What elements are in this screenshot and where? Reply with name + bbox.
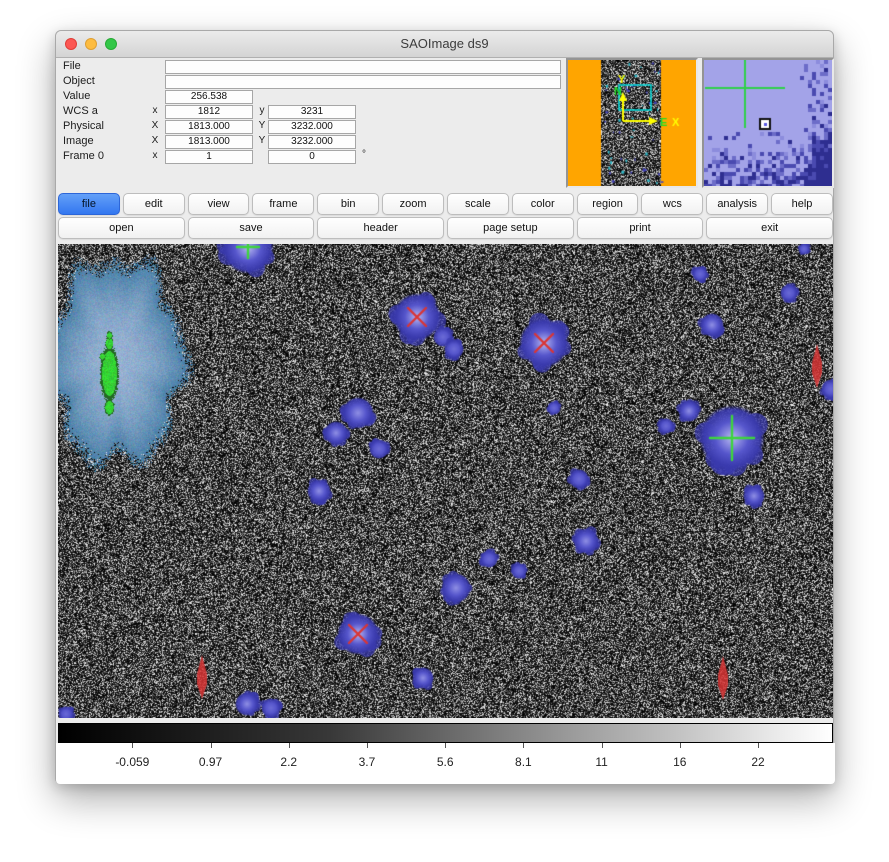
image-x-label: X (148, 135, 162, 146)
window-title: SAOImage ds9 (56, 36, 833, 51)
colorbar-tickmark (523, 743, 524, 748)
menu-button-color[interactable]: color (512, 193, 574, 215)
colorbar-tickmark (132, 743, 133, 748)
menu-button-analysis[interactable]: analysis (706, 193, 768, 215)
exit-button[interactable]: exit (706, 217, 833, 239)
menu-button-help[interactable]: help (771, 193, 833, 215)
titlebar[interactable]: SAOImage ds9 (56, 31, 833, 58)
frame-x-label: x (148, 150, 162, 161)
value-field[interactable]: 256.538 (165, 90, 253, 104)
physical-label: Physical (63, 120, 104, 132)
menu-button-region[interactable]: region (577, 193, 639, 215)
frame-rotate-field[interactable]: 0 (268, 150, 356, 164)
wcs-label: WCS a (63, 105, 98, 117)
menu-button-wcs[interactable]: wcs (641, 193, 703, 215)
info-row-physical: Physical X 1813.000 Y 3232.000 (60, 120, 565, 134)
wcs-x-field[interactable]: 1812 (165, 105, 253, 119)
panner-canvas[interactable] (568, 60, 696, 186)
menu-button-frame[interactable]: frame (252, 193, 314, 215)
file-action-bar: open save header page setup print exit (58, 217, 833, 239)
physical-x-label: X (148, 120, 162, 131)
colorbar-tickmark (211, 743, 212, 748)
colorbar[interactable] (58, 723, 833, 743)
colorbar-tick-label: -0.059 (115, 755, 149, 769)
file-label: File (63, 60, 81, 72)
page-setup-button[interactable]: page setup (447, 217, 574, 239)
image-display[interactable] (58, 244, 833, 718)
info-row-file: File (60, 60, 565, 74)
header-button[interactable]: header (317, 217, 444, 239)
ds9-window: SAOImage ds9 File Object Value 256.538 W… (55, 30, 834, 783)
physical-y-field[interactable]: 3232.000 (268, 120, 356, 134)
colorbar-tick-label: 0.97 (199, 755, 222, 769)
physical-y-label: Y (255, 120, 269, 131)
sky-canvas[interactable] (58, 244, 833, 718)
colorbar-tickmark (758, 743, 759, 748)
colorbar-scale: -0.059 0.97 2.2 3.7 5.6 8.1 11 16 22 (56, 743, 835, 784)
colorbar-tick-label: 5.6 (437, 755, 454, 769)
image-y-label: Y (255, 135, 269, 146)
colorbar-tick-label: 16 (673, 755, 686, 769)
menu-button-file[interactable]: file (58, 193, 120, 215)
colorbar-tickmark (602, 743, 603, 748)
file-field[interactable] (165, 60, 561, 74)
frame-label: Frame 0 (63, 150, 104, 162)
degree-symbol: ° (362, 149, 366, 160)
print-button[interactable]: print (577, 217, 704, 239)
colorbar-tickmark (289, 743, 290, 748)
magnifier-canvas (704, 60, 832, 186)
menu-button-view[interactable]: view (188, 193, 250, 215)
frame-zoom-field[interactable]: 1 (165, 150, 253, 164)
info-row-value: Value 256.538 (60, 90, 565, 104)
open-button[interactable]: open (58, 217, 185, 239)
colorbar-tickmark (680, 743, 681, 748)
colorbar-tick-label: 2.2 (280, 755, 297, 769)
menu-bar: file edit view frame bin zoom scale colo… (58, 193, 833, 215)
wcs-y-field[interactable]: 3231 (268, 105, 356, 119)
physical-x-field[interactable]: 1813.000 (165, 120, 253, 134)
menu-button-scale[interactable]: scale (447, 193, 509, 215)
info-row-wcs: WCS a x 1812 y 3231 (60, 105, 565, 119)
colorbar-tick-label: 22 (751, 755, 764, 769)
menu-button-zoom[interactable]: zoom (382, 193, 444, 215)
menu-button-edit[interactable]: edit (123, 193, 185, 215)
wcs-x-label: x (148, 105, 162, 116)
info-row-frame: Frame 0 x 1 0 ° (60, 150, 565, 164)
save-button[interactable]: save (188, 217, 315, 239)
image-x-field[interactable]: 1813.000 (165, 135, 253, 149)
colorbar-tick-label: 11 (595, 755, 607, 769)
colorbar-tick-label: 3.7 (359, 755, 376, 769)
image-label: Image (63, 135, 94, 147)
wcs-y-label: y (255, 105, 269, 116)
object-field[interactable] (165, 75, 561, 89)
object-label: Object (63, 75, 95, 87)
magnifier-panel (702, 58, 834, 188)
menu-button-bin[interactable]: bin (317, 193, 379, 215)
info-row-image: Image X 1813.000 Y 3232.000 (60, 135, 565, 149)
info-row-object: Object (60, 75, 565, 89)
colorbar-tickmark (445, 743, 446, 748)
image-y-field[interactable]: 3232.000 (268, 135, 356, 149)
panner-panel[interactable] (566, 58, 698, 188)
colorbar-tick-label: 8.1 (515, 755, 532, 769)
value-label: Value (63, 90, 90, 102)
colorbar-tickmark (367, 743, 368, 748)
